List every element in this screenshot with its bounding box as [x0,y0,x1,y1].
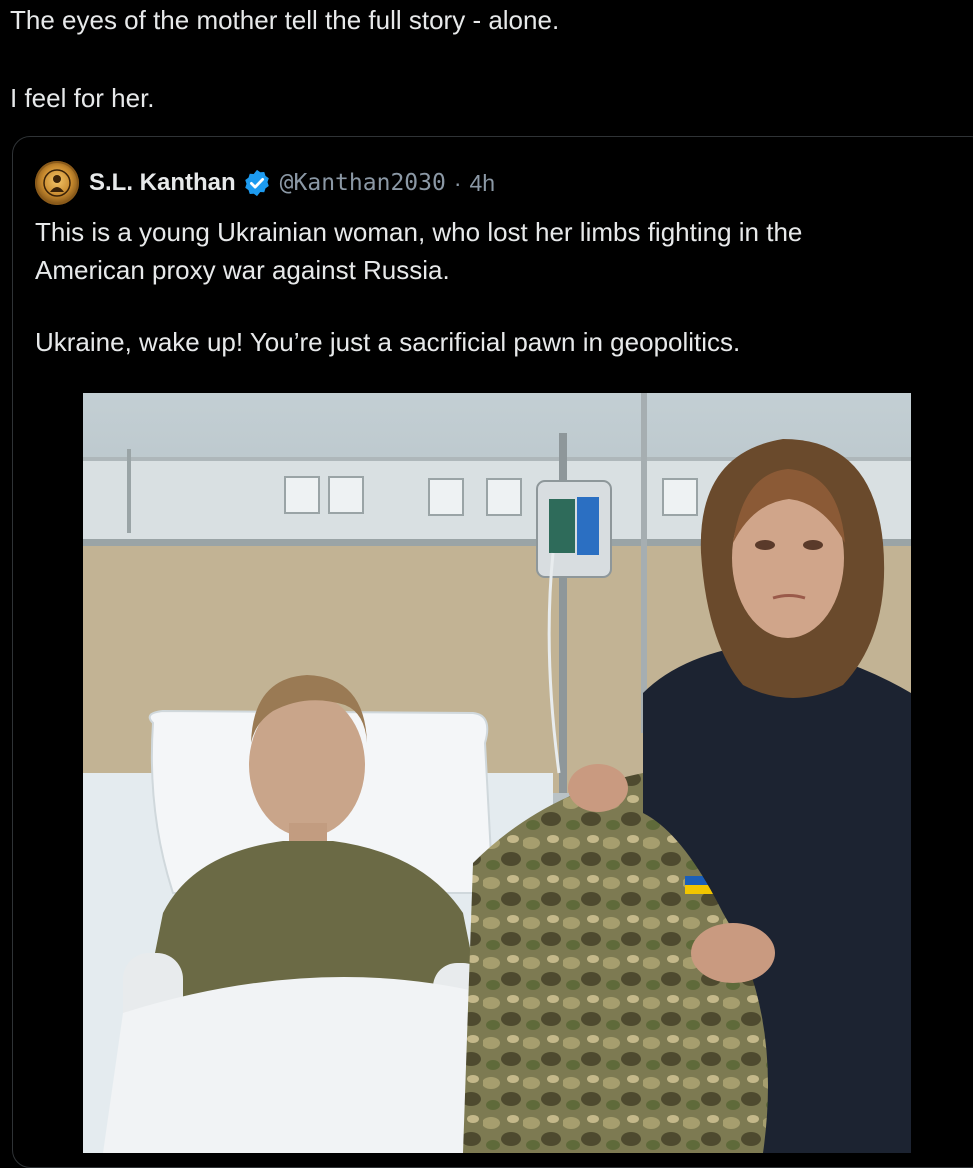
post-photo[interactable] [83,393,911,1153]
quote-line-3: Ukraine, wake up! You’re just a sacrific… [35,327,741,357]
post-text: The eyes of the mother tell the full sto… [10,4,960,114]
user-handle[interactable]: @Kanthan2030 [280,170,446,196]
meta-separator: · [453,169,462,196]
post-line-1: The eyes of the mother tell the full sto… [10,5,560,35]
verified-badge-icon [244,169,269,197]
quote-line-2: American proxy war against Russia. [35,255,450,285]
quote-line-1: This is a young Ukrainian woman, who los… [35,217,803,247]
hospital-photo-illustration [83,393,911,1153]
avatar-emblem-icon [43,169,71,197]
avatar[interactable] [35,161,79,205]
post-line-2: I feel for her. [10,83,155,113]
post-timestamp[interactable]: 4h [470,170,496,197]
quoted-post-text: This is a young Ukrainian woman, who los… [35,213,955,361]
quoted-post-card[interactable]: S.L. Kanthan @Kanthan2030 · 4h This is a… [12,136,973,1168]
display-name[interactable]: S.L. Kanthan [89,169,236,197]
quoted-post-header: S.L. Kanthan @Kanthan2030 · 4h [35,161,495,205]
